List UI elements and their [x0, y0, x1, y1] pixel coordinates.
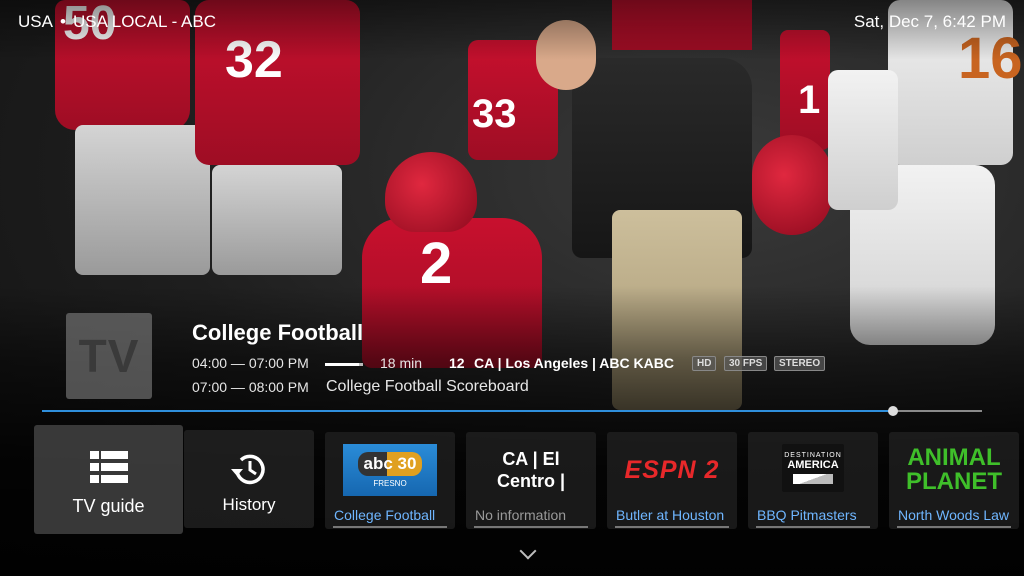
channel-info: CA | Los Angeles | ABC KABC	[474, 355, 674, 371]
channel-tile[interactable]: ESPN 2 Butler at Houston	[607, 432, 737, 529]
player-figure	[75, 125, 210, 275]
channel-logo-espn2: ESPN 2	[615, 440, 729, 500]
channel-program: North Woods Law	[898, 507, 1010, 523]
channel-logo-abc30: abc 30 FRESNO	[343, 444, 437, 496]
channel-progress	[756, 526, 870, 528]
remaining-time: 18 min	[380, 355, 423, 371]
channel-progress	[897, 526, 1011, 528]
channel-program: Butler at Houston	[616, 507, 725, 523]
program-time: 04:00 — 07:00 PM	[192, 355, 309, 371]
seek-bar-fill	[42, 410, 893, 412]
player-figure	[828, 70, 898, 210]
channel-logo-text: ANIMAL	[907, 444, 1001, 471]
current-program-row: 04:00 — 07:00 PM 18 min 12 CA | Los Ange…	[192, 355, 826, 371]
channel-logo-text: abc 30	[357, 452, 423, 476]
program-title: College Football	[192, 320, 364, 345]
flag-shape	[793, 474, 833, 484]
jersey-number: 33	[472, 92, 517, 136]
seek-knob[interactable]	[887, 406, 898, 416]
channel-tile[interactable]: DESTINATION AMERICA BBQ Pitmasters	[748, 432, 878, 529]
channel-progress	[615, 526, 729, 528]
helmet	[385, 152, 477, 232]
player-figure	[212, 165, 342, 275]
tv-guide-button[interactable]: TV guide	[34, 425, 183, 534]
tv-guide-label: TV guide	[72, 496, 145, 516]
next-program-time: 07:00 — 08:00 PM	[192, 379, 309, 395]
channel-tile[interactable]: CA | El Centro | No information	[466, 432, 596, 529]
channel-logo-bottom: PLANET	[906, 468, 1002, 495]
region-label: USA	[18, 12, 53, 31]
helmet	[752, 135, 832, 235]
channel-tile[interactable]: abc 30 FRESNO College Football	[325, 432, 455, 529]
channel-program: BBQ Pitmasters	[757, 507, 857, 523]
channel-logo-text: CA | El Centro |	[496, 449, 566, 491]
history-icon	[231, 454, 265, 485]
separator-dot: •	[60, 12, 66, 31]
channel-logo: TV	[66, 313, 152, 399]
next-program-title: College Football Scoreboard	[326, 378, 529, 395]
channel-logo-text-block: CA | El Centro |	[474, 440, 588, 500]
list-icon	[90, 451, 128, 483]
history-button[interactable]: History	[184, 430, 314, 528]
channel-group-label: USA LOCAL - ABC	[73, 12, 216, 31]
channel-progress	[474, 526, 588, 528]
channel-program: No information	[475, 507, 567, 523]
tv-logo-text: TV	[78, 330, 140, 382]
channel-logo-text: ESPN 2	[624, 455, 720, 484]
channel-logo-destination-america: DESTINATION AMERICA	[782, 444, 844, 492]
program-progress-fill	[325, 363, 360, 366]
program-progress	[325, 363, 363, 366]
jersey-number: 1	[798, 78, 821, 122]
audio-badge: STEREO	[774, 356, 826, 371]
seek-bar[interactable]	[42, 406, 982, 416]
next-program-row: 07:00 — 08:00 PM College Football Scoreb…	[192, 378, 529, 395]
channel-tile[interactable]: ANIMAL PLANET North Woods Law	[889, 432, 1019, 529]
hd-badge: HD	[692, 356, 717, 371]
channel-logo-animal-planet: ANIMAL PLANET	[897, 440, 1011, 500]
channel-logo-text: AMERICA	[787, 459, 839, 471]
channel-program: College Football	[334, 507, 436, 523]
clock: Sat, Dec 7, 6:42 PM	[853, 12, 1006, 31]
fps-badge: 30 FPS	[724, 356, 768, 371]
channel-logo-top: DESTINATION	[784, 452, 842, 459]
top-bar: USA • USA LOCAL - ABC Sat, Dec 7, 6:42 P…	[18, 12, 1006, 34]
history-label: History	[222, 495, 276, 514]
channel-number: 12	[449, 355, 465, 371]
channel-logo-sub: FRESNO	[373, 479, 407, 488]
channel-progress	[333, 526, 447, 528]
